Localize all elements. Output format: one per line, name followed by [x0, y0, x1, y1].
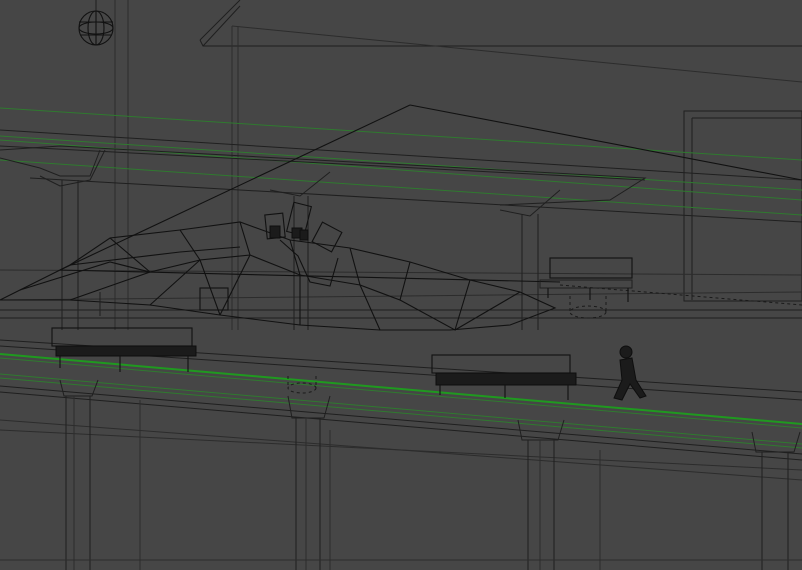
walking-person[interactable]: [613, 345, 647, 401]
trash-bin[interactable]: [569, 296, 607, 319]
platform-surface[interactable]: [0, 269, 802, 481]
wireframe-scene[interactable]: [0, 0, 802, 570]
bench[interactable]: [539, 257, 633, 302]
station-building[interactable]: [114, 0, 802, 330]
pendant-lamp[interactable]: [78, 0, 114, 46]
support-column[interactable]: [751, 431, 801, 570]
terrain-mesh[interactable]: [0, 104, 802, 331]
support-column[interactable]: [287, 395, 331, 570]
support-column[interactable]: [59, 379, 99, 570]
3d-viewport[interactable]: [0, 0, 802, 570]
support-column[interactable]: [517, 419, 565, 570]
